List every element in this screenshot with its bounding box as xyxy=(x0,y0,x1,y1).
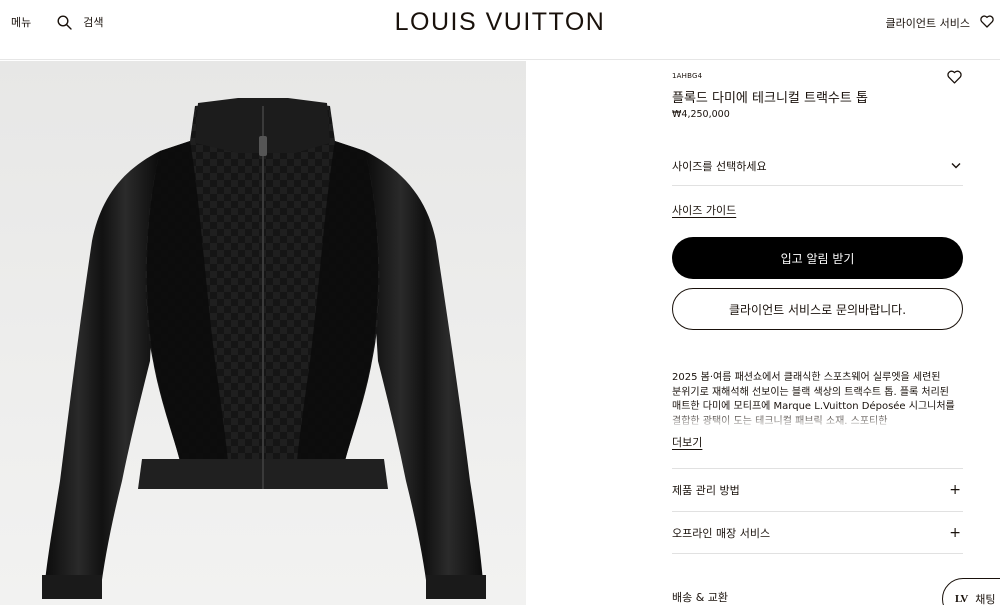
product-description: 2025 봄·여름 패션쇼에서 클래식한 스포츠웨어 실루엣을 세련된 분위기로… xyxy=(672,371,963,429)
client-service-link[interactable]: 클라이언트 서비스 xyxy=(886,15,970,31)
product-name: 플록드 다미에 테크니컬 트랙수트 톱 xyxy=(672,91,868,106)
read-more-link[interactable]: 더보기 xyxy=(672,434,702,450)
brand-logo[interactable]: LOUIS VUITTON xyxy=(0,8,1000,37)
accordion-care[interactable]: 제품 관리 방법 + xyxy=(672,468,963,511)
plus-icon: + xyxy=(949,524,961,541)
product-price: ₩4,250,000 xyxy=(672,109,730,120)
size-guide-link[interactable]: 사이즈 가이드 xyxy=(672,202,736,218)
chevron-down-icon xyxy=(951,163,961,169)
lv-monogram-icon: LV xyxy=(955,593,968,605)
notify-restock-button[interactable]: 입고 알림 받기 xyxy=(672,237,963,279)
contact-client-service-button[interactable]: 클라이언트 서비스로 문의바랍니다. xyxy=(672,288,963,330)
chat-button[interactable]: LV 채팅 xyxy=(942,578,1000,605)
size-selector[interactable]: 사이즈를 선택하세요 xyxy=(672,146,963,186)
heart-icon xyxy=(947,70,962,84)
header-right: 클라이언트 서비스 xyxy=(886,15,1000,31)
wishlist-button[interactable] xyxy=(980,15,1000,31)
description-fade xyxy=(672,411,963,429)
jacket-illustration xyxy=(42,98,486,599)
accordion-store-service-label: 오프라인 매장 서비스 xyxy=(672,526,771,540)
product-image[interactable] xyxy=(0,61,526,605)
add-to-wishlist-button[interactable] xyxy=(947,69,962,88)
accordion-store-service[interactable]: 오프라인 매장 서비스 + xyxy=(672,511,963,554)
plus-icon: + xyxy=(949,482,961,498)
heart-icon xyxy=(980,15,994,28)
site-header: 메뉴 검색 LOUIS VUITTON 클라이언트 서비스 xyxy=(0,0,1000,60)
accordion-care-label: 제품 관리 방법 xyxy=(672,484,740,497)
size-selector-label: 사이즈를 선택하세요 xyxy=(672,159,767,173)
product-sku: 1AHBG4 xyxy=(672,72,703,80)
chat-label: 채팅 xyxy=(975,593,996,605)
shipping-returns-link[interactable]: 배송 & 교환 xyxy=(672,589,728,605)
